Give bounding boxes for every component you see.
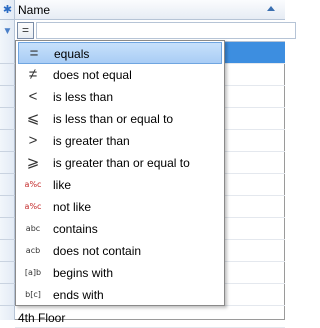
menu-item-label: does not equal [53,68,132,82]
menu-item-label: is less than [53,90,114,104]
menu-item-label: contains [53,222,98,236]
menu-item-contains[interactable]: abc contains [18,218,222,240]
row-indicator-column: ✱ ▼ [0,0,15,320]
row-indicator[interactable] [0,284,15,306]
greater-than-or-equal-icon: ⩾ [26,154,40,171]
not-like-icon: a%c [24,202,42,211]
row-indicator[interactable] [0,130,15,152]
menu-item-is-greater-than-or-equal[interactable]: ⩾ is greater than or equal to [18,152,222,174]
column-header-label: Name [18,3,51,17]
menu-item-is-less-than-or-equal[interactable]: ⩽ is less than or equal to [18,108,222,130]
does-not-contain-icon: acb [25,246,41,255]
grid-corner-star-icon[interactable]: ✱ [0,0,15,20]
filter-operator-button[interactable]: = [17,22,34,39]
menu-item-label: is less than or equal to [53,112,174,126]
column-header-name[interactable]: Name [15,0,285,20]
filter-input[interactable] [36,22,296,39]
menu-item-label: begins with [53,266,114,280]
row-indicator[interactable] [0,262,15,284]
filter-row-funnel-icon: ▼ [2,26,13,37]
menu-item-label: ends with [53,288,104,302]
menu-item-label: equals [54,47,90,61]
menu-item-label: not like [53,200,92,214]
menu-item-equals[interactable]: = equals [18,42,222,64]
menu-item-label: is greater than or equal to [53,156,190,170]
row-indicator[interactable] [0,174,15,196]
row-indicator[interactable] [0,218,15,240]
equals-icon: = [29,45,39,62]
row-indicator[interactable] [0,152,15,174]
menu-item-label: does not contain [53,244,142,258]
menu-item-label: is greater than [53,134,130,148]
row-indicator[interactable] [0,42,15,64]
menu-item-does-not-equal[interactable]: ≠ does not equal [18,64,222,86]
menu-item-label: like [53,178,72,192]
begins-with-icon: [a]b [24,268,42,277]
row-indicator[interactable] [0,196,15,218]
greater-than-icon: > [28,132,38,149]
filter-row: = [15,20,296,42]
contains-icon: abc [25,224,41,233]
menu-item-is-less-than[interactable]: < is less than [18,86,222,108]
row-indicator[interactable] [0,240,15,262]
less-than-or-equal-icon: ⩽ [26,110,40,127]
filter-operator-dropdown: = equals ≠ does not equal < is less than… [15,40,225,306]
ends-with-icon: b[c] [25,290,41,299]
menu-item-is-greater-than[interactable]: > is greater than [18,130,222,152]
row-indicator[interactable] [0,86,15,108]
row-cell-name[interactable]: 4th Floor [18,311,65,325]
sort-ascending-icon [267,6,275,11]
menu-item-does-not-contain[interactable]: acb does not contain [18,240,222,262]
menu-item-not-like[interactable]: a%c not like [18,196,222,218]
menu-item-begins-with[interactable]: [a]b begins with [18,262,222,284]
menu-item-like[interactable]: a%c like [18,174,222,196]
not-equal-icon: ≠ [28,66,38,83]
less-than-icon: < [28,88,38,105]
row-indicator[interactable] [0,108,15,130]
menu-item-ends-with[interactable]: b[c] ends with [18,284,222,306]
row-indicator[interactable] [0,64,15,86]
like-icon: a%c [24,180,42,189]
data-grid: ✱ ▼ Name = 4th Floor = equals ≠ does not… [0,0,296,328]
